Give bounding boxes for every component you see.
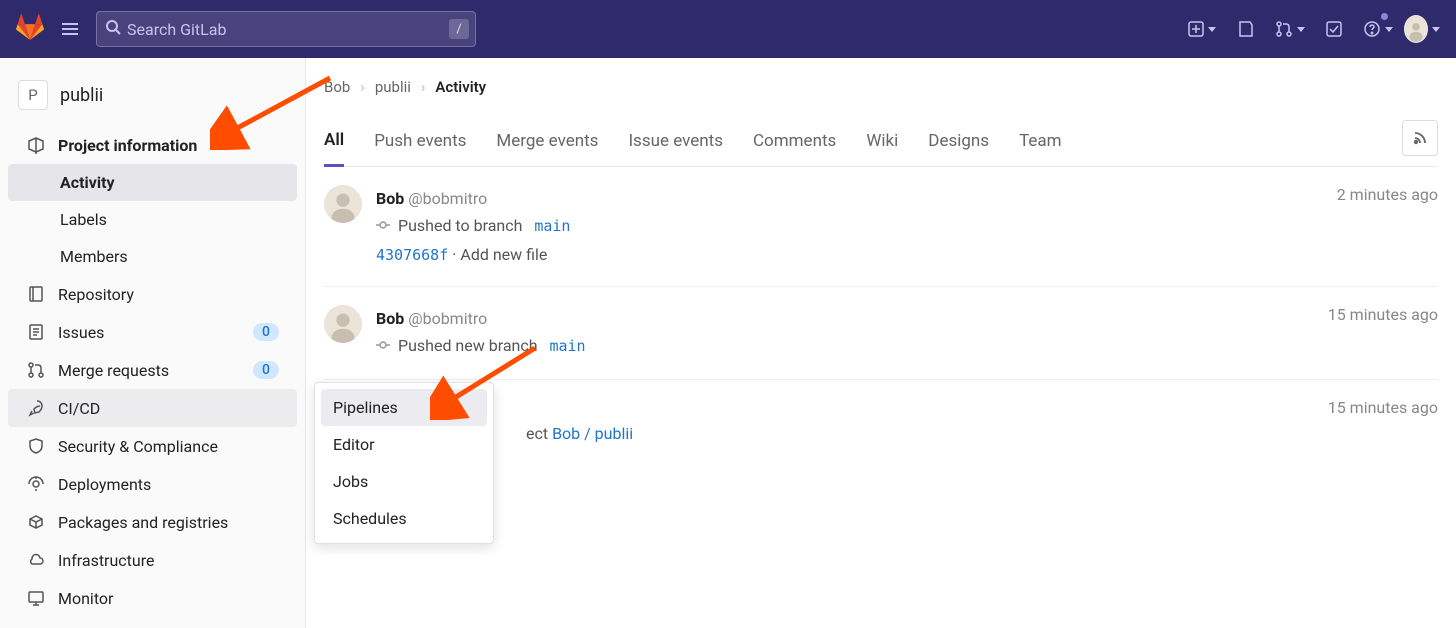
merge-request-icon — [26, 360, 46, 380]
tab-designs[interactable]: Designs — [928, 117, 989, 165]
activity-event: Bob @bobmitro Pushed new branch main 15 … — [324, 287, 1438, 380]
user-avatar — [1404, 15, 1428, 43]
cloud-icon — [26, 550, 46, 570]
tab-comments[interactable]: Comments — [753, 117, 836, 165]
slash-shortcut-badge: / — [449, 19, 469, 39]
sidebar-label: Deployments — [58, 475, 151, 494]
tab-merge[interactable]: Merge events — [496, 117, 598, 165]
event-avatar[interactable] — [324, 305, 362, 343]
breadcrumb-owner[interactable]: Bob — [324, 78, 350, 96]
branch-link[interactable]: main — [549, 337, 585, 355]
todos-icon[interactable] — [1316, 11, 1352, 47]
sidebar-item-project-info[interactable]: Project information — [8, 126, 297, 164]
project-link[interactable]: Bob / publii — [552, 424, 633, 443]
cicd-flyout-menu: Pipelines Editor Jobs Schedules — [314, 382, 494, 544]
sidebar-label: Packages and registries — [58, 513, 228, 532]
flyout-schedules[interactable]: Schedules — [321, 500, 487, 537]
sidebar-label: Repository — [58, 285, 134, 304]
gitlab-logo-icon[interactable] — [16, 13, 44, 45]
repository-icon — [26, 284, 46, 304]
flyout-jobs[interactable]: Jobs — [321, 463, 487, 500]
activity-tabs: All Push events Merge events Issue event… — [324, 116, 1438, 167]
event-handle[interactable]: @bobmitro — [408, 189, 487, 208]
sidebar-label: Infrastructure — [58, 551, 154, 570]
event-time: 2 minutes ago — [1337, 185, 1438, 268]
sidebar-label: Issues — [58, 323, 104, 342]
project-header[interactable]: P publii — [0, 68, 305, 126]
user-menu[interactable] — [1404, 11, 1440, 47]
tab-issue[interactable]: Issue events — [628, 117, 723, 165]
issues-icon — [26, 322, 46, 342]
event-action: Pushed new branch — [398, 336, 538, 355]
sidebar-item-issues[interactable]: Issues 0 — [8, 313, 297, 351]
sidebar-item-merge-requests[interactable]: Merge requests 0 — [8, 351, 297, 389]
sidebar-item-security[interactable]: Security & Compliance — [8, 427, 297, 465]
sidebar-item-monitor[interactable]: Monitor — [8, 579, 297, 617]
issues-icon[interactable] — [1228, 11, 1264, 47]
commit-icon — [376, 213, 390, 240]
search-input[interactable] — [127, 20, 467, 39]
shield-icon — [26, 436, 46, 456]
search-icon — [105, 19, 121, 39]
tab-wiki[interactable]: Wiki — [866, 117, 898, 165]
search-container[interactable]: / — [96, 11, 476, 47]
project-name: publii — [60, 85, 103, 106]
package-icon — [26, 512, 46, 532]
project-info-icon — [26, 135, 46, 155]
breadcrumb-project[interactable]: publii — [375, 78, 411, 96]
sidebar-label: CI/CD — [58, 399, 100, 418]
top-navbar: / — [0, 0, 1456, 58]
event-action: Pushed to branch — [398, 216, 522, 235]
event-handle[interactable]: @bobmitro — [408, 309, 487, 328]
chevron-right-icon: › — [421, 78, 426, 96]
create-menu-button[interactable] — [1184, 11, 1220, 47]
sidebar-sub-labels[interactable]: Labels — [8, 201, 297, 238]
sidebar-item-repository[interactable]: Repository — [8, 275, 297, 313]
mr-count-badge: 0 — [253, 361, 279, 379]
monitor-icon — [26, 588, 46, 608]
chevron-right-icon: › — [360, 78, 365, 96]
sidebar-item-packages[interactable]: Packages and registries — [8, 503, 297, 541]
sidebar-item-cicd[interactable]: CI/CD — [8, 389, 297, 427]
issues-count-badge: 0 — [253, 323, 279, 341]
project-letter-badge: P — [18, 80, 48, 110]
sidebar-label: Project information — [58, 136, 197, 155]
flyout-editor[interactable]: Editor — [321, 426, 487, 463]
event-action-partial: ect — [526, 424, 552, 443]
commit-sep: · — [452, 245, 456, 264]
sidebar-sub-activity[interactable]: Activity — [8, 164, 297, 201]
sidebar: P publii Project information Activity La… — [0, 58, 306, 628]
event-author[interactable]: Bob — [376, 309, 404, 328]
tab-all[interactable]: All — [324, 116, 344, 167]
commit-message: Add new file — [460, 245, 547, 264]
tab-push[interactable]: Push events — [374, 117, 466, 165]
deployments-icon — [26, 474, 46, 494]
merge-requests-icon[interactable] — [1272, 11, 1308, 47]
branch-link[interactable]: main — [534, 217, 570, 235]
sidebar-item-infrastructure[interactable]: Infrastructure — [8, 541, 297, 579]
sidebar-item-deployments[interactable]: Deployments — [8, 465, 297, 503]
sidebar-label: Merge requests — [58, 361, 169, 380]
rss-button[interactable] — [1402, 120, 1438, 156]
sidebar-label: Security & Compliance — [58, 437, 218, 456]
event-author[interactable]: Bob — [376, 189, 404, 208]
event-time: 15 minutes ago — [1328, 398, 1438, 447]
breadcrumb-page: Activity — [435, 78, 486, 96]
rocket-icon — [26, 398, 46, 418]
event-avatar[interactable] — [324, 185, 362, 223]
flyout-pipelines[interactable]: Pipelines — [321, 389, 487, 426]
tab-team[interactable]: Team — [1019, 117, 1062, 165]
commit-icon — [376, 333, 390, 360]
activity-event: Bob @bobmitro Pushed to branch main 4307… — [324, 167, 1438, 287]
sidebar-sub-members[interactable]: Members — [8, 238, 297, 275]
hamburger-icon[interactable] — [52, 11, 88, 47]
breadcrumb: Bob › publii › Activity — [324, 78, 1438, 96]
commit-sha-link[interactable]: 4307668f — [376, 246, 448, 264]
sidebar-label: Monitor — [58, 589, 113, 608]
help-icon[interactable] — [1360, 11, 1396, 47]
event-time: 15 minutes ago — [1328, 305, 1438, 361]
